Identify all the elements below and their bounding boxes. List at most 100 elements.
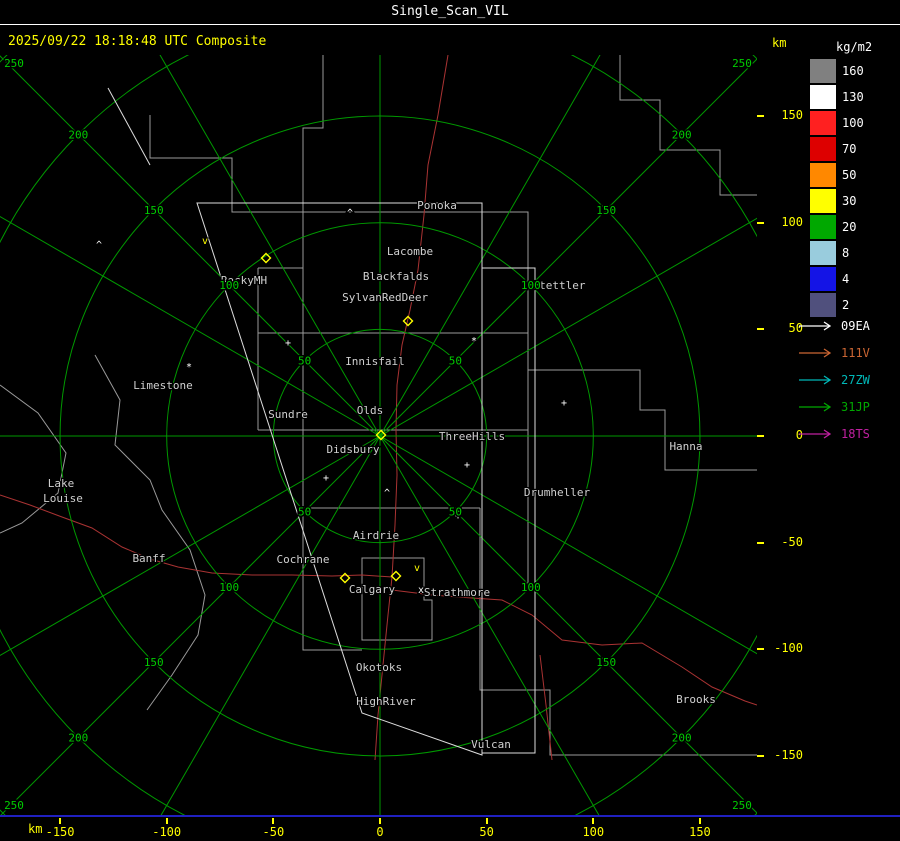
ring-label-250: 250 [732,799,752,812]
map-marker-icon: + [285,338,291,349]
ring-label-200: 200 [68,128,88,141]
site-markers: vv^^+ **+^+++x [95,207,568,597]
legend-row: 100 [810,110,900,136]
ring-label-200: 200 [672,732,692,745]
site-id-label: 27ZW [841,372,870,387]
ring-label-150: 150 [144,656,164,669]
ring-label-50: 50 [449,355,462,368]
city-label-hanna: Hanna [669,440,702,453]
legend-swatch [810,189,836,213]
site-id-label: 09EA [841,318,870,333]
legend-value: 30 [842,194,857,208]
city-label-olds: Olds [357,404,384,417]
site-arrow-icon [799,374,832,385]
legend-swatch [810,215,836,239]
bottom-axis-label: 50 [479,825,494,839]
ring-label-200: 200 [672,128,692,141]
legend-swatch [810,111,836,135]
city-label-threehills: ThreeHills [439,430,505,443]
map-marker-icon: * [471,336,477,347]
legend-value: 50 [842,168,857,182]
city-label-blackfalds: Blackfalds [363,270,429,283]
ring-label-250: 250 [4,799,24,812]
ring-label-100: 100 [521,279,541,292]
right-axis-tick [757,328,764,331]
map-marker-icon: ^ [384,488,390,499]
scan-timestamp: 2025/09/22 18:18:48 UTC Composite [8,34,267,49]
bottom-axis-tick [485,818,488,824]
city-label-vulcan: Vulcan [471,738,511,751]
ring-label-250: 250 [4,57,24,70]
map-marker-icon: ^ [347,208,353,219]
site-legend-row: 27ZW [798,366,900,393]
site-id-label: 111V [841,345,870,360]
city-label-sundre: Sundre [268,408,308,421]
city-label-calgary: Calgary [349,583,396,596]
city-label-didsbury: Didsbury [327,443,380,456]
city-label-innisfail: Innisfail [345,355,405,368]
legend-value: 2 [842,298,850,312]
legend-swatch [810,241,836,265]
city-label-reddeer: RedDeer [382,291,429,304]
ring-label-50: 50 [298,505,311,518]
radial-line-210 [145,435,381,841]
bottom-axis-tick [592,818,595,824]
city-label-louise: Louise [43,492,83,505]
map-marker-icon: * [186,362,192,373]
bottom-axis-label: -150 [45,825,75,839]
map-marker-icon: + [323,473,329,484]
site-legend-row: 18TS [798,420,900,447]
right-axis-tick [757,435,764,437]
city-label-okotoks: Okotoks [356,661,402,674]
bottom-axis-label: -50 [262,825,285,839]
legend-value: 160 [842,64,864,78]
right-axis-label: -100 [774,641,803,656]
city-label-banff: Banff [132,552,165,565]
radar-map-svg[interactable]: vv^^+ **+^+++x PonokaLacombeBlackfaldsSyl… [0,0,900,841]
site-arrow-icon [799,401,832,412]
legend-value: 8 [842,246,850,260]
legend-row: 20 [810,214,900,240]
right-axis-label: -150 [774,747,803,762]
radar-map-canvas[interactable]: v v ^ ^ + * * + ^ + + + x Ponoka Lacombe Blackfalds Syl… [0,0,900,841]
legend-value: 4 [842,272,850,286]
ring-label-200: 200 [68,732,88,745]
ring-label-100: 100 [219,581,239,594]
city-label-lacombe: Lacombe [387,245,433,258]
bottom-axis-tick [272,818,275,824]
legend-swatch [810,85,836,109]
legend-row: 50 [810,162,900,188]
legend-row: 8 [810,240,900,266]
city-label-strathmore: Strathmore [424,586,490,599]
legend-row: 70 [810,136,900,162]
city-label-airdrie: Airdrie [353,529,399,542]
radar-coverage-outline [107,87,536,756]
radial-line-300 [0,216,381,437]
color-legend: kg/m2 160 130 100 70 50 30 20 8 4 2 [810,40,900,318]
bottom-axis-tick [379,818,381,824]
bottom-axis-label: 150 [689,825,711,839]
map-marker-icon: v [202,236,208,247]
city-label-sylvan: Sylvan [342,291,382,304]
legend-value: 100 [842,116,864,130]
right-axis-tick [757,221,764,224]
legend-row: 4 [810,266,900,292]
map-marker-icon: v [414,563,420,574]
ring-label-150: 150 [596,204,616,217]
radial-line-120 [379,435,870,719]
city-label-cochrane: Cochrane [277,553,330,566]
legend-entries: 160 130 100 70 50 30 20 8 4 2 [810,58,900,318]
ring-label-150: 150 [144,204,164,217]
right-axis-tick [757,648,764,651]
radial-line-60 [379,153,870,437]
ring-label-50: 50 [449,505,462,518]
ring-label-100: 100 [219,279,239,292]
site-arrow-icon [799,428,832,439]
bottom-axis-tick [59,818,62,824]
right-axis-label: 150 [781,108,803,123]
right-axis-label: -50 [781,534,803,549]
legend-row: 160 [810,58,900,84]
city-label-limestone: Limestone [133,379,193,392]
bottom-axis-unit: km [28,822,43,836]
map-marker-icon: ^ [96,240,102,251]
